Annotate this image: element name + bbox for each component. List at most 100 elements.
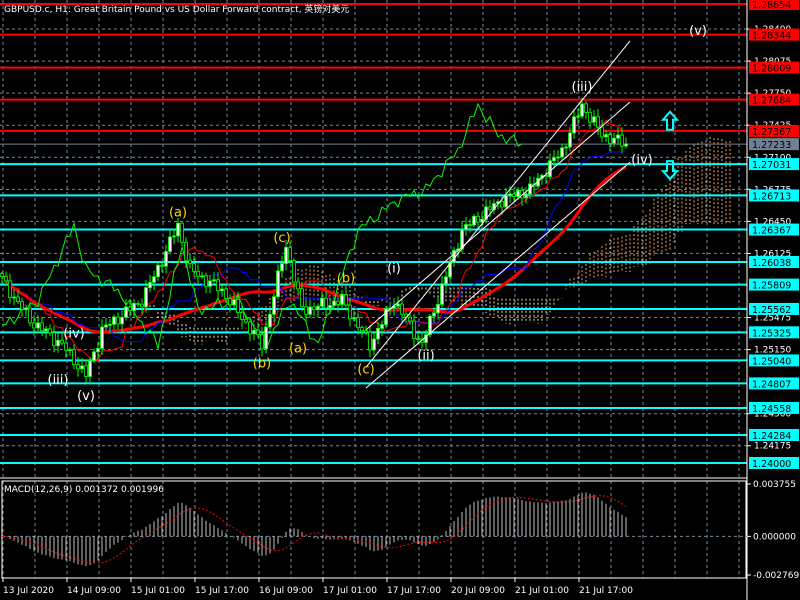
candle-body — [0, 273, 4, 277]
candle-body — [580, 103, 584, 117]
candle-body — [156, 264, 160, 278]
wave-label: (a) — [289, 342, 307, 357]
candle-body — [432, 312, 436, 317]
candle-body — [256, 329, 260, 335]
candle-body — [596, 116, 600, 128]
wave-label: (iv) — [631, 153, 652, 168]
candle-body — [208, 280, 212, 287]
candle-body — [312, 306, 316, 311]
candle-body — [136, 302, 140, 305]
candle-body — [356, 317, 360, 328]
candle-body — [100, 326, 104, 349]
price-chart[interactable]: (iii) (iv) (v) (a) (b) (c) (a) (b) (c) (i) (ii) (ii… — [0, 0, 800, 600]
candle-body — [508, 193, 512, 196]
candle-body — [236, 299, 240, 313]
time-axis: 13 Jul 2020 14 Jul 09:00 15 Jul 01:00 15 Ju… — [2, 578, 633, 596]
candle-body — [32, 322, 36, 329]
candle-body — [260, 334, 264, 350]
candle-body — [436, 304, 440, 314]
candle-body — [572, 116, 576, 134]
candle-body — [288, 246, 292, 261]
candle-body — [280, 263, 284, 272]
support-price-label: 1.26367 — [752, 226, 791, 237]
candle-body — [368, 331, 372, 351]
price-tick-label: 1.25150 — [754, 346, 791, 356]
support-price-label: 1.24558 — [752, 404, 791, 415]
date-tick-label: 15 Jul 01:00 — [131, 586, 185, 596]
candle-body — [396, 303, 400, 307]
support-price-label: 1.26713 — [752, 191, 791, 202]
candle-body — [564, 146, 568, 149]
candle-body — [340, 293, 344, 305]
wave-label: (c) — [357, 362, 374, 377]
candle-body — [360, 327, 364, 332]
support-price-label: 1.25325 — [752, 328, 791, 339]
wave-labels: (iii) (iv) (v) (a) (b) (c) (a) (b) (c) (i) (ii) (ii… — [48, 24, 707, 404]
candle-body — [600, 126, 604, 138]
candle-body — [52, 332, 56, 347]
candle-body — [556, 156, 560, 159]
horizontal-levels[interactable] — [0, 3, 747, 464]
candle-body — [68, 349, 72, 351]
candle-body — [216, 279, 220, 292]
wave-label: (ii) — [417, 348, 434, 363]
price-tick-label: 1.24175 — [754, 442, 791, 452]
candle-body — [316, 305, 320, 311]
wave-label: (i) — [387, 262, 401, 277]
candles — [0, 98, 628, 385]
candle-body — [332, 300, 336, 306]
candle-body — [36, 322, 40, 329]
candle-body — [92, 351, 96, 361]
candle-body — [344, 293, 348, 306]
support-price-label: 1.25809 — [752, 281, 791, 292]
candle-body — [608, 134, 612, 144]
macd-label: MACD(12,26,9) 0.001372 0.001996 — [4, 485, 164, 495]
candle-body — [376, 327, 380, 340]
candle-body — [4, 276, 8, 282]
candle-body — [168, 236, 172, 252]
candle-body — [220, 288, 224, 292]
candle-body — [272, 296, 276, 315]
candle-body — [624, 143, 628, 147]
candle-body — [224, 288, 228, 300]
candle-body — [56, 339, 60, 347]
candle-body — [352, 317, 356, 320]
date-tick-label: 21 Jul 01:00 — [515, 586, 569, 596]
candle-body — [176, 222, 180, 237]
candle-body — [172, 235, 176, 238]
candle-body — [128, 306, 132, 311]
candle-body — [400, 303, 404, 315]
support-price-label: 1.24000 — [752, 459, 791, 470]
candle-body — [104, 324, 108, 328]
date-tick-label: 16 Jul 09:00 — [259, 586, 313, 596]
candle-body — [468, 224, 472, 226]
candle-body — [304, 306, 308, 315]
candle-body — [300, 288, 304, 308]
candle-body — [44, 328, 48, 332]
tenkan-line — [1, 119, 627, 362]
candle-body — [192, 263, 196, 272]
candle-body — [48, 328, 52, 334]
candle-body — [252, 329, 256, 335]
date-tick-label: 20 Jul 09:00 — [451, 586, 505, 596]
candle-body — [132, 302, 136, 311]
candle-body — [516, 190, 520, 197]
wave-label: (a) — [169, 205, 187, 220]
candle-body — [320, 297, 324, 307]
candle-body — [308, 306, 312, 315]
candle-body — [412, 320, 416, 339]
candle-body — [12, 296, 16, 299]
candle-body — [120, 316, 124, 325]
macd-tick-label: 0.000000 — [753, 532, 796, 542]
candle-body — [568, 132, 572, 148]
date-tick-label: 15 Jul 17:00 — [195, 586, 249, 596]
candle-body — [524, 193, 528, 199]
candle-body — [584, 103, 588, 113]
candle-body — [264, 326, 268, 350]
candle-body — [416, 338, 420, 340]
candle-body — [144, 287, 148, 308]
resistance-price-label: 1.28344 — [752, 31, 791, 42]
candle-body — [244, 319, 248, 323]
candle-body — [96, 348, 100, 353]
candle-body — [616, 134, 620, 139]
